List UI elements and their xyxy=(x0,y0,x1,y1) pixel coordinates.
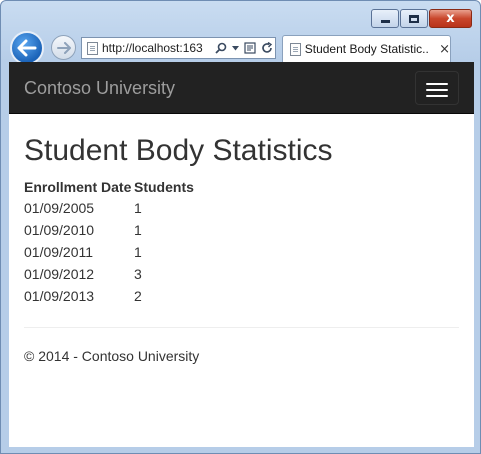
tab-student-body-statistics[interactable]: Student Body Statistic... × xyxy=(282,35,451,62)
tab-close-icon[interactable]: × xyxy=(439,42,450,57)
table-row: 01/09/2005 1 xyxy=(24,197,194,219)
table-row: 01/09/2012 3 xyxy=(24,263,194,285)
maximize-icon xyxy=(409,14,419,23)
student-count-cell: 1 xyxy=(134,222,142,238)
minimize-button[interactable] xyxy=(371,9,399,28)
enrollment-date-cell: 01/09/2005 xyxy=(24,200,95,216)
hamburger-icon-bar xyxy=(426,95,448,97)
table-header-row: Enrollment Date Students xyxy=(24,177,194,197)
browser-window: x http://localhost:163 Student Body Stat… xyxy=(0,0,481,454)
navbar-brand[interactable]: Contoso University xyxy=(24,78,175,99)
minimize-icon xyxy=(380,20,390,23)
enrollment-date-cell: 01/09/2013 xyxy=(24,288,95,304)
column-header-enrollment-date: Enrollment Date xyxy=(24,179,132,195)
enrollment-date-cell: 01/09/2012 xyxy=(24,266,95,282)
back-arrow-icon xyxy=(17,39,37,57)
compat-view-icon[interactable] xyxy=(244,42,256,54)
page-icon xyxy=(87,41,98,55)
address-bar[interactable]: http://localhost:163 xyxy=(81,37,276,59)
footer-copyright: © 2014 - Contoso University xyxy=(24,348,200,364)
statistics-table: Enrollment Date Students 01/09/2005 1 01… xyxy=(24,177,194,307)
table-row: 01/09/2010 1 xyxy=(24,219,194,241)
student-count-cell: 2 xyxy=(134,288,142,304)
table-row: 01/09/2013 2 xyxy=(24,285,194,307)
close-icon: x xyxy=(446,11,455,26)
student-count-cell: 1 xyxy=(134,200,142,216)
page-title: Student Body Statistics xyxy=(24,134,333,167)
navbar: Contoso University xyxy=(9,62,474,114)
close-window-button[interactable]: x xyxy=(429,9,472,28)
back-button[interactable] xyxy=(10,31,44,65)
search-icon[interactable] xyxy=(215,42,227,54)
maximize-button[interactable] xyxy=(400,9,428,28)
dropdown-icon[interactable] xyxy=(232,45,239,51)
table-row: 01/09/2011 1 xyxy=(24,241,194,263)
enrollment-date-cell: 01/09/2011 xyxy=(24,244,94,260)
hamburger-icon xyxy=(426,83,448,85)
page-footer: © 2014 - Contoso University xyxy=(24,348,459,364)
address-bar-icons xyxy=(215,42,273,54)
tab-title: Student Body Statistic... xyxy=(304,42,430,56)
enrollment-date-cell: 01/09/2010 xyxy=(24,222,95,238)
refresh-icon[interactable] xyxy=(261,42,273,54)
column-header-students: Students xyxy=(134,179,194,195)
student-count-cell: 1 xyxy=(134,244,142,260)
forward-button[interactable] xyxy=(51,35,76,60)
forward-arrow-icon xyxy=(56,41,71,54)
body-content: Student Body Statistics Enrollment Date … xyxy=(9,134,474,364)
tab-page-icon xyxy=(290,42,301,56)
navbar-toggle-button[interactable] xyxy=(415,71,459,105)
footer-divider xyxy=(24,327,459,328)
page-viewport: Contoso University Student Body Statisti… xyxy=(9,62,474,447)
window-controls: x xyxy=(371,9,472,28)
address-text[interactable]: http://localhost:163 xyxy=(102,41,212,55)
student-count-cell: 3 xyxy=(134,266,142,282)
hamburger-icon-bar xyxy=(426,89,448,91)
